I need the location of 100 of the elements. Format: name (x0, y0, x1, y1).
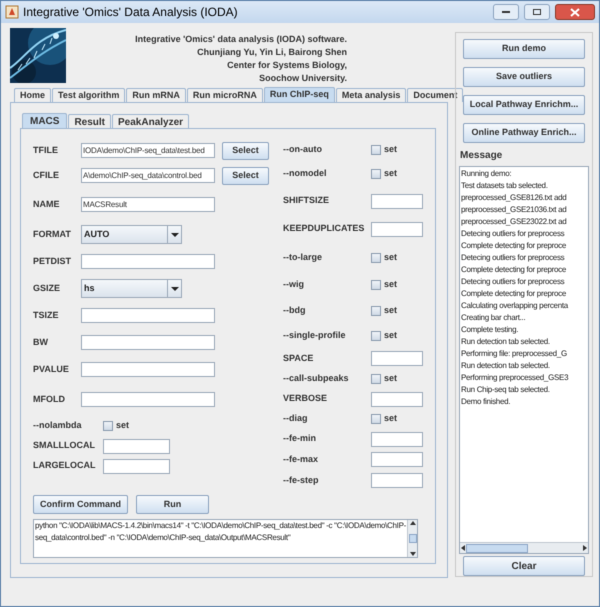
input-field[interactable]: A\demo\ChIP-seq_data\control.bed (81, 168, 215, 183)
checkbox-label: set (384, 250, 398, 264)
confirm-command-button[interactable]: Confirm Command (33, 495, 128, 514)
tab[interactable]: PeakAnalyzer (112, 114, 190, 128)
log-line: Performing preprocessed_GSE3 (461, 372, 570, 384)
field-label: TSIZE (33, 308, 60, 322)
clear-button[interactable]: Clear (463, 556, 585, 576)
log-line: Complete detecting for preproce (461, 240, 567, 252)
log-line: Run detection tab selected. (461, 336, 551, 348)
tab[interactable]: Result (68, 114, 112, 128)
run-button[interactable]: Run (136, 495, 209, 514)
log-line: preprocessed_GSE23022.txt ad (461, 216, 568, 228)
field-label: PVALUE (33, 362, 70, 376)
checkbox[interactable] (371, 414, 381, 424)
log-line: Performing file: preprocessed_G (461, 348, 568, 360)
field-label: NAME (33, 198, 60, 211)
select-button[interactable]: Select (222, 142, 269, 160)
input-field[interactable]: IODA\demo\ChIP-seq_data\test.bed (81, 143, 215, 158)
field-label: GSIZE (33, 282, 62, 295)
header-text: Integrative 'Omics' data analysis (IODA) software. (135, 33, 347, 46)
tab[interactable]: Document (407, 88, 464, 102)
input-field[interactable] (371, 351, 423, 366)
restore-button[interactable] (524, 4, 550, 20)
tab[interactable]: Run ChIP-seq (264, 87, 335, 102)
field-label: VERBOSE (283, 392, 328, 406)
field-label: --fe-max (283, 452, 320, 466)
scrollbar[interactable] (407, 520, 417, 557)
field-label: --bdg (283, 304, 306, 318)
minimize-button[interactable] (493, 4, 519, 20)
input-field[interactable] (371, 222, 423, 236)
dropdown[interactable]: hs (81, 279, 182, 298)
close-button[interactable] (555, 4, 595, 20)
checkbox-label: set (384, 142, 398, 156)
checkbox-label: set (116, 419, 130, 432)
tab[interactable]: Meta analysis (336, 88, 406, 102)
field-label: MFOLD (33, 392, 66, 406)
input-field[interactable] (371, 194, 423, 208)
tab[interactable]: Test algorithm (52, 88, 126, 102)
log-line: Run Chip-seq tab selected. (461, 384, 551, 396)
header-text: Center for Systems Biology, (227, 59, 347, 72)
header-text: Chunjiang Yu, Yin Li, Bairong Shen (197, 46, 347, 59)
command-text-area[interactable]: python "C:\IODA\lib\MACS-1.4.2\bin\macs14" -t "C:\IODA\demo\ChIP-seq_data\test.bed" -c "C:\IODA\demo\ChIP-seq_data\control.bed" -n "C:\IODA\demo\ChIP-seq_data\Output\MACSResult" (33, 519, 418, 558)
field-label: --wig (283, 278, 305, 292)
select-button[interactable]: Select (222, 166, 269, 184)
field-label: BW (33, 336, 49, 349)
field-label: CFILE (33, 168, 60, 182)
field-label: PETDIST (33, 254, 72, 268)
close-icon (570, 8, 580, 16)
checkbox[interactable] (371, 331, 381, 341)
window-title: Integrative 'Omics' Data Analysis (IODA) (23, 4, 238, 21)
input-field[interactable] (81, 335, 215, 350)
tab[interactable]: Run microRNA (186, 88, 263, 102)
input-field[interactable] (103, 458, 170, 474)
input-field[interactable] (81, 308, 215, 323)
log-line: Detecing outliers for preprocess (461, 252, 566, 264)
input-field[interactable] (81, 362, 215, 377)
side-button[interactable]: Save outliers (463, 67, 585, 87)
tab[interactable]: Home (14, 88, 52, 102)
input-field[interactable] (81, 392, 215, 407)
log-line: Test datasets tab selected. (461, 180, 549, 192)
log-line: Running demo: (461, 168, 512, 180)
tab[interactable]: MACS (22, 113, 68, 128)
field-label: --to-large (283, 250, 323, 264)
log-line: preprocessed_GSE8126.txt add (461, 192, 568, 204)
checkbox[interactable] (371, 374, 381, 384)
scrollbar[interactable] (460, 542, 588, 554)
input-field[interactable] (371, 432, 423, 446)
log-line: Complete testing. (461, 324, 520, 336)
message-label: Message (460, 149, 502, 163)
input-field[interactable] (371, 473, 423, 488)
input-field[interactable] (81, 254, 215, 269)
tab[interactable]: Run mRNA (126, 88, 186, 102)
header-text: Soochow University. (259, 72, 347, 85)
checkbox[interactable] (371, 252, 381, 262)
checkbox[interactable] (371, 306, 381, 316)
field-label: --on-auto (283, 142, 323, 156)
field-label: SHIFTSIZE (283, 194, 330, 208)
checkbox-label: set (384, 412, 398, 426)
command-text: python "C:\IODA\lib\MACS-1.4.2\bin\macs14" -t "C:\IODA\demo\ChIP-seq_data\test.bed" -c "C:\IODA\demo\ChIP-seq_data\control.bed" -n "C:\IODA\demo\ChIP-seq_data\Output\MACSResult" (34, 520, 407, 544)
log-line: Complete detecting for preproce (461, 288, 567, 300)
side-button[interactable]: Online Pathway Enrich... (463, 123, 585, 143)
input-field[interactable] (103, 438, 170, 454)
checkbox[interactable] (103, 421, 113, 431)
field-label: --fe-min (283, 432, 317, 446)
checkbox[interactable] (371, 280, 381, 290)
checkbox-label: set (384, 278, 398, 292)
field-label: --nolambda (33, 419, 82, 432)
input-field[interactable] (371, 452, 423, 467)
input-field[interactable]: MACSResult (81, 197, 215, 212)
input-field[interactable] (371, 392, 423, 406)
log-line: Calculating overlapping percenta (461, 300, 570, 312)
dropdown[interactable]: AUTO (81, 225, 182, 244)
side-button[interactable]: Local Pathway Enrichm... (463, 95, 585, 115)
field-label: KEEPDUPLICATES (283, 222, 366, 236)
field-label: --nomodel (283, 167, 328, 180)
checkbox[interactable] (371, 169, 381, 179)
side-button[interactable]: Run demo (463, 39, 585, 59)
log-line: Detecing outliers for preprocess (461, 276, 566, 288)
field-label: --call-subpeaks (283, 372, 350, 386)
checkbox[interactable] (371, 144, 381, 154)
